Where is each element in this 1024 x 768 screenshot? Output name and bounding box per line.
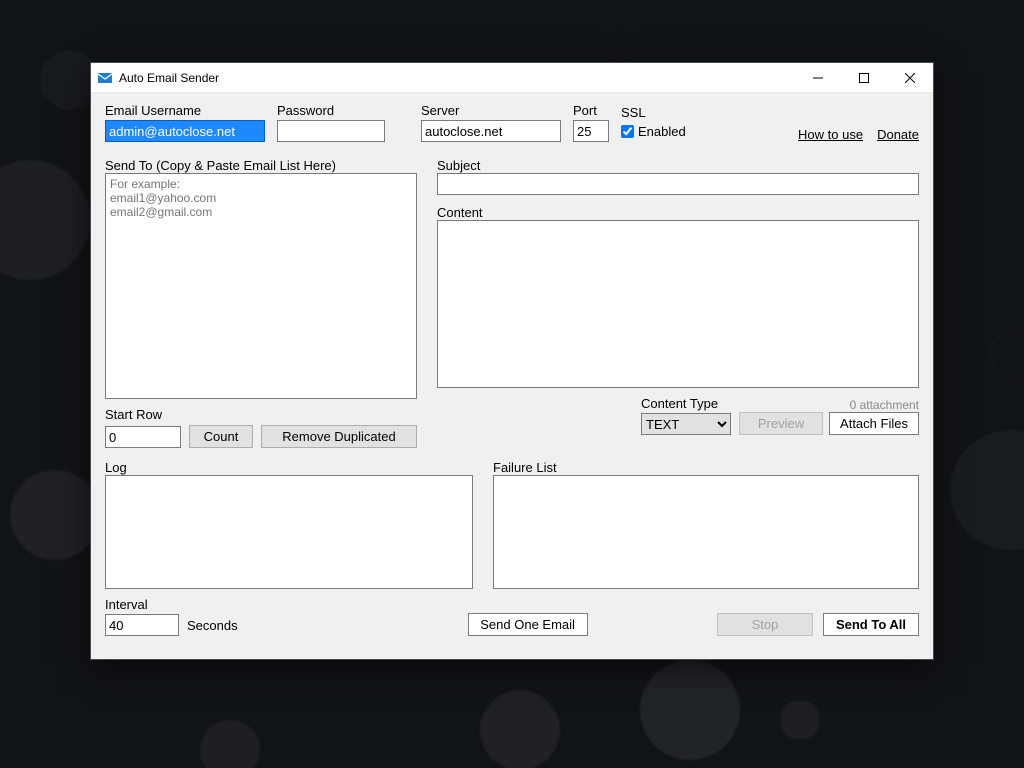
log-label: Log — [105, 460, 473, 475]
app-window: Auto Email Sender Email Username Passwor… — [90, 62, 934, 660]
failure-list-label: Failure List — [493, 460, 919, 475]
send-to-textarea[interactable] — [105, 173, 417, 399]
window-title: Auto Email Sender — [119, 71, 795, 85]
how-to-use-link[interactable]: How to use — [798, 127, 863, 142]
failure-list-textarea[interactable] — [493, 475, 919, 589]
email-username-label: Email Username — [105, 103, 265, 118]
help-links: How to use Donate — [798, 104, 919, 142]
app-icon — [97, 70, 113, 86]
ssl-enabled-label: Enabled — [638, 124, 686, 139]
subject-label: Subject — [437, 158, 919, 173]
client-area: Email Username Password Server Port SSL … — [91, 93, 933, 659]
ssl-field: SSL Enabled — [621, 105, 686, 142]
port-label: Port — [573, 103, 609, 118]
stop-button[interactable]: Stop — [717, 613, 813, 636]
server-input[interactable] — [421, 120, 561, 142]
preview-button[interactable]: Preview — [739, 412, 823, 435]
content-label: Content — [437, 205, 919, 220]
titlebar: Auto Email Sender — [91, 63, 933, 93]
email-username-input[interactable] — [105, 120, 265, 142]
credentials-row: Email Username Password Server Port SSL … — [105, 103, 919, 142]
ssl-label: SSL — [621, 105, 686, 120]
maximize-button[interactable] — [841, 63, 887, 92]
attachment-count: 0 attachment — [850, 398, 919, 412]
send-to-label: Send To (Copy & Paste Email List Here) — [105, 158, 417, 173]
subject-input[interactable] — [437, 173, 919, 195]
remove-duplicated-button[interactable]: Remove Duplicated — [261, 425, 417, 448]
port-input[interactable] — [573, 120, 609, 142]
content-type-select[interactable]: TEXT — [641, 413, 731, 435]
password-label: Password — [277, 103, 385, 118]
minimize-button[interactable] — [795, 63, 841, 92]
start-row-input[interactable] — [105, 426, 181, 448]
content-textarea[interactable] — [437, 220, 919, 388]
interval-input[interactable] — [105, 614, 179, 636]
log-textarea[interactable] — [105, 475, 473, 589]
count-button[interactable]: Count — [189, 425, 253, 448]
password-field: Password — [277, 103, 385, 142]
send-all-button[interactable]: Send To All — [823, 613, 919, 636]
attach-files-button[interactable]: Attach Files — [829, 412, 919, 435]
content-type-label: Content Type — [641, 396, 731, 411]
interval-unit: Seconds — [187, 618, 238, 633]
donate-link[interactable]: Donate — [877, 127, 919, 142]
close-button[interactable] — [887, 63, 933, 92]
ssl-checkbox[interactable] — [621, 125, 634, 138]
window-controls — [795, 63, 933, 92]
password-input[interactable] — [277, 120, 385, 142]
server-label: Server — [421, 103, 561, 118]
send-one-button[interactable]: Send One Email — [468, 613, 588, 636]
interval-label: Interval — [105, 597, 238, 612]
port-field: Port — [573, 103, 609, 142]
start-row-label: Start Row — [105, 407, 181, 422]
server-field: Server — [421, 103, 561, 142]
email-username-field: Email Username — [105, 103, 265, 142]
